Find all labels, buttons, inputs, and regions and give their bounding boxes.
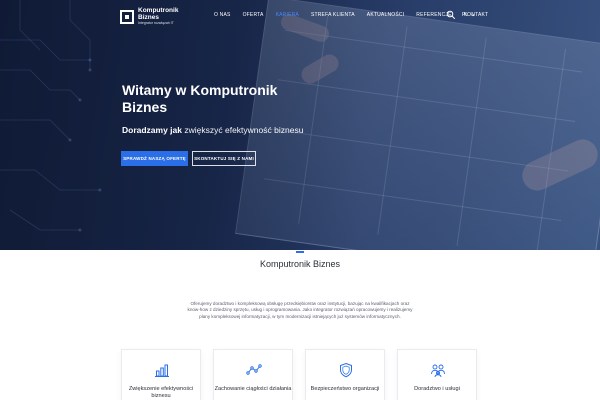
menu-item-o-nas[interactable]: O NAS [208,12,237,18]
logo-mark-icon [120,9,134,24]
feature-card-efektywnosc[interactable]: Zwiększenie efektywności biznesu [121,349,201,400]
top-navigation: Komputronik Biznes Integrator rozwiązań … [0,0,600,34]
menu-item-kariera[interactable]: KARIERA [270,12,305,18]
search-icon[interactable] [446,10,456,20]
chevron-down-icon [471,13,475,17]
line-nodes-icon [246,364,262,375]
logo-text: Komputronik Biznes Integrator rozwiązań … [138,7,178,26]
feature-card-ciaglosc[interactable]: Zachowanie ciągłości działania [213,349,293,400]
menu-item-aktualnosci[interactable]: AKTUALNOŚCI [361,12,411,18]
about-title: Komputronik Biznes [259,259,341,269]
contact-us-button[interactable]: SKONTAKTUJ SIĘ Z NAMI [192,151,256,166]
menu-item-strefa-klienta[interactable]: STREFA KLIENTA [305,12,361,18]
feature-card-doradztwo[interactable]: Doradztwo i usługi [397,349,477,400]
language-selector[interactable]: PL [462,12,475,18]
section-accent-bar [296,251,304,253]
feature-card-label: Doradztwo i usługi [414,386,460,392]
bar-chart-icon [155,364,169,377]
feature-card-bezpieczenstwo[interactable]: Bezpieczeństwo organizacji [305,349,385,400]
team-icon [431,364,445,378]
menu-item-oferta[interactable]: OFERTA [237,12,270,18]
hero-subtitle-rest: zwiększyć efektywność biznesu [184,125,304,135]
feature-card-label: Zwiększenie efektywności biznesu [128,386,194,399]
feature-card-label: Zachowanie ciągłości działania [214,386,292,392]
language-label: PL [462,12,469,18]
hero-title: Witamy w Komputronik Biznes [122,82,278,115]
shield-icon [340,362,352,378]
about-text: Oferujemy doradztwo i kompleksową obsług… [187,301,413,319]
logo[interactable]: Komputronik Biznes Integrator rozwiązań … [120,7,178,26]
feature-card-label: Bezpieczeństwo organizacji [310,386,380,392]
hero-subtitle-bold: Doradzamy jak [122,125,182,135]
check-offer-button[interactable]: SPRAWDŹ NASZĄ OFERTĘ [121,151,188,166]
logo-tagline: Integrator rozwiązań IT [138,21,174,25]
hero-subtitle: Doradzamy jak zwiększyć efektywność bizn… [122,125,303,135]
